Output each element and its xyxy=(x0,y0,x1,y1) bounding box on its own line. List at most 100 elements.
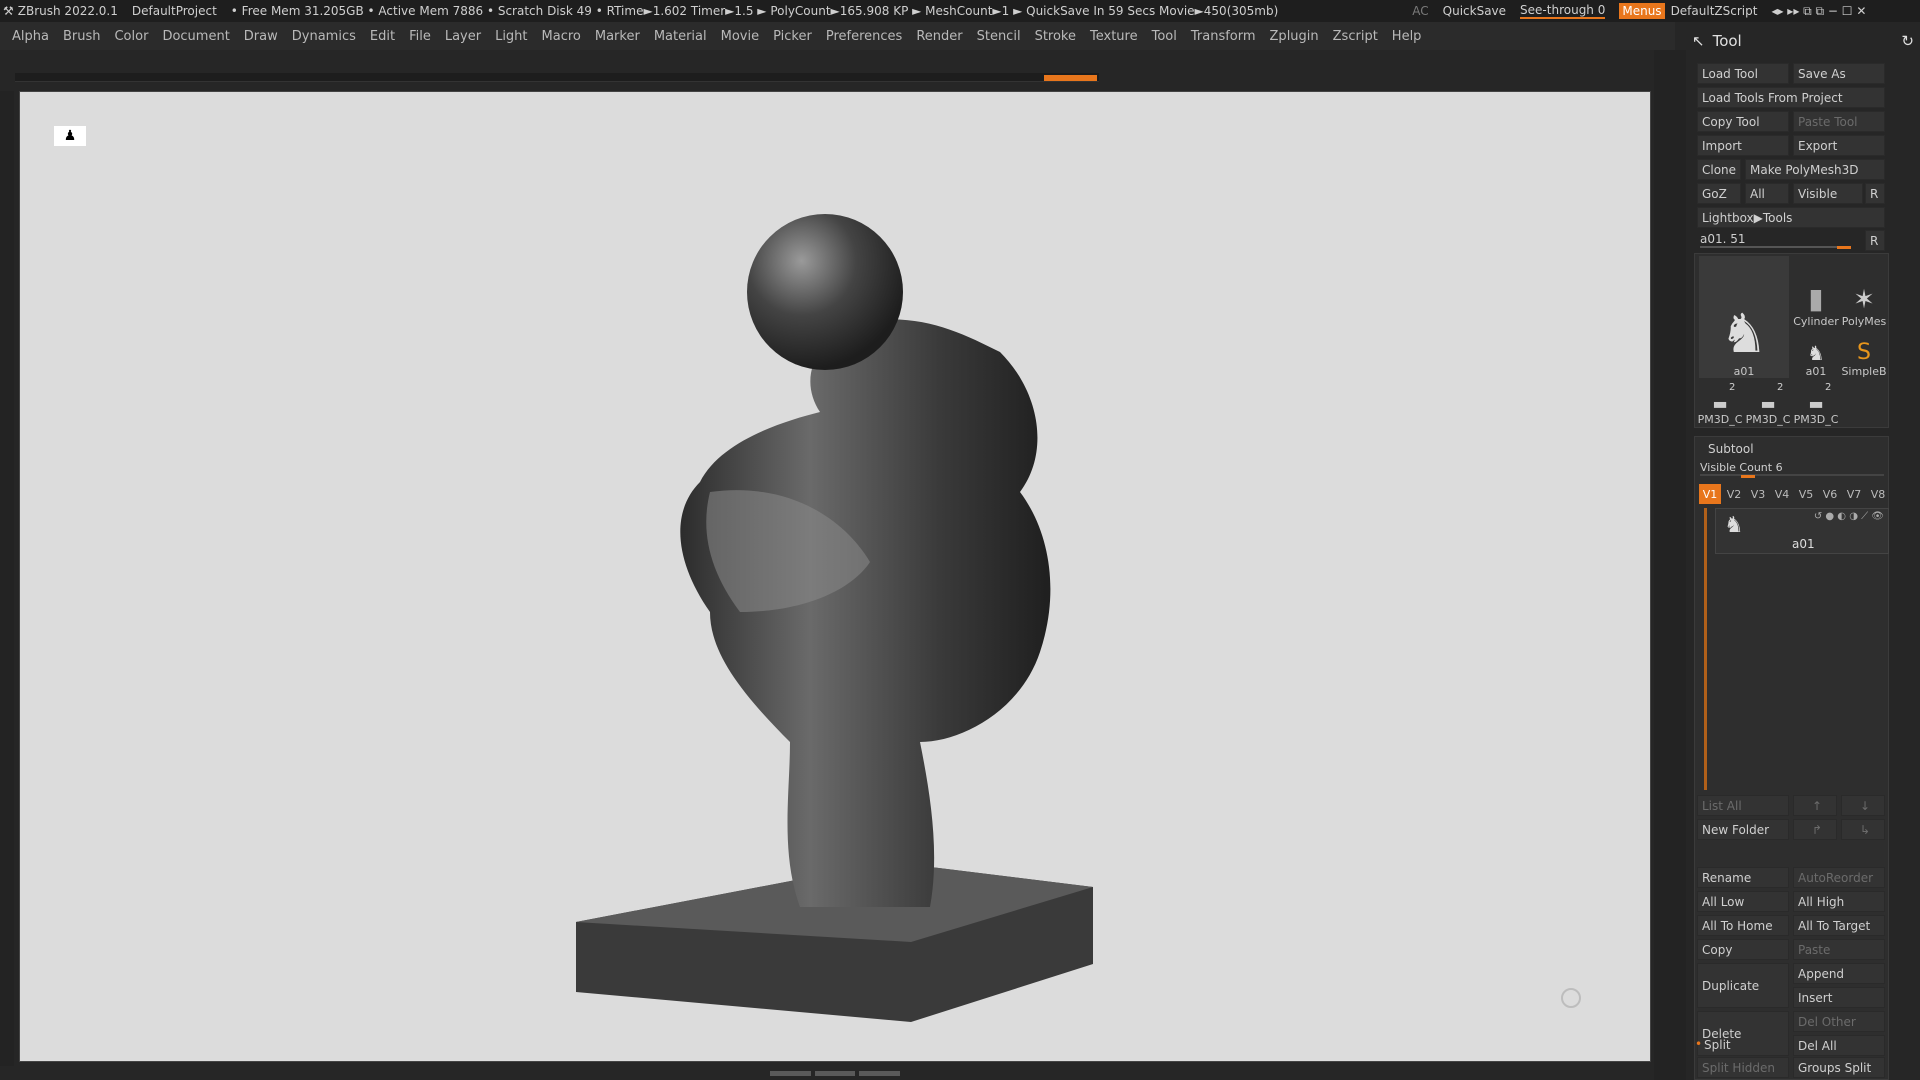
append-button[interactable]: Append xyxy=(1793,963,1885,984)
menu-stroke[interactable]: Stroke xyxy=(1035,29,1076,44)
save-as-button[interactable]: Save As xyxy=(1793,63,1885,84)
default-zscript[interactable]: DefaultZScript xyxy=(1671,4,1758,18)
copy-tool-button[interactable]: Copy Tool xyxy=(1697,111,1789,132)
subtool-scrollbar[interactable] xyxy=(1704,508,1707,790)
thumb-cylinder[interactable]: ▮ Cylinder xyxy=(1793,256,1839,328)
paste-tool-button[interactable]: Paste Tool xyxy=(1793,111,1885,132)
move-up-icon[interactable]: ↑ xyxy=(1793,795,1837,816)
menu-color[interactable]: Color xyxy=(114,29,148,44)
menu-help[interactable]: Help xyxy=(1392,29,1422,44)
gyro-icon[interactable] xyxy=(1561,988,1581,1008)
menu-marker[interactable]: Marker xyxy=(595,29,640,44)
all-to-home-button[interactable]: All To Home xyxy=(1697,915,1789,936)
split-section-title[interactable]: Split xyxy=(1704,1038,1731,1052)
version-v2[interactable]: V2 xyxy=(1723,484,1745,504)
folder-up-icon[interactable]: ↱ xyxy=(1793,819,1837,840)
viewport-canvas[interactable]: ♟ xyxy=(19,91,1651,1062)
quicksave-button[interactable]: QuickSave xyxy=(1443,4,1506,18)
move-down-icon[interactable]: ↓ xyxy=(1841,795,1885,816)
split-hidden-button[interactable]: Split Hidden xyxy=(1697,1057,1789,1078)
copy-button[interactable]: Copy xyxy=(1697,939,1789,960)
menu-file[interactable]: File xyxy=(409,29,431,44)
menu-edit[interactable]: Edit xyxy=(370,29,395,44)
current-tool-r-button[interactable]: R xyxy=(1865,230,1885,251)
current-tool-slider[interactable]: a01. 51 xyxy=(1700,232,1850,248)
goz-visible-button[interactable]: Visible xyxy=(1793,183,1863,204)
goz-button[interactable]: GoZ xyxy=(1697,183,1741,204)
goz-r-button[interactable]: R xyxy=(1865,183,1885,204)
menu-light[interactable]: Light xyxy=(495,29,527,44)
menu-render[interactable]: Render xyxy=(916,29,962,44)
list-all-button[interactable]: List All xyxy=(1697,795,1789,816)
tool-panel-header[interactable]: ↖ Tool ↻ xyxy=(1692,28,1918,54)
menu-document[interactable]: Document xyxy=(162,29,229,44)
clone-button[interactable]: Clone xyxy=(1697,159,1741,180)
subtool-item-a01[interactable]: ♞ ↺ ● ◐ ◑ ⟋ 👁 a01 xyxy=(1715,508,1889,554)
visible-count-slider[interactable]: Visible Count 6 xyxy=(1700,461,1884,476)
load-tools-from-project-button[interactable]: Load Tools From Project xyxy=(1697,87,1885,108)
reset-icon[interactable]: ↻ xyxy=(1901,32,1914,50)
thumb-a01-small[interactable]: ♞ a01 xyxy=(1793,332,1839,378)
menu-zplugin[interactable]: Zplugin xyxy=(1270,29,1319,44)
thumb-pm3d-3[interactable]: ▬ PM3D_C xyxy=(1793,382,1839,426)
import-button[interactable]: Import xyxy=(1697,135,1789,156)
new-folder-button[interactable]: New Folder xyxy=(1697,819,1789,840)
all-to-target-button[interactable]: All To Target xyxy=(1793,915,1885,936)
autoreorder-button[interactable]: AutoReorder xyxy=(1793,867,1885,888)
window-controls[interactable]: ◂▸ ▸▸ ⧉ ⧉ − ☐ ✕ xyxy=(1771,4,1866,19)
top-shelf[interactable] xyxy=(15,73,1099,82)
version-v7[interactable]: V7 xyxy=(1843,484,1865,504)
menu-material[interactable]: Material xyxy=(654,29,707,44)
ac-toggle[interactable]: AC xyxy=(1412,4,1428,18)
version-v3[interactable]: V3 xyxy=(1747,484,1769,504)
menus-toggle[interactable]: Menus xyxy=(1619,3,1665,19)
menu-dynamics[interactable]: Dynamics xyxy=(292,29,356,44)
menu-brush[interactable]: Brush xyxy=(63,29,101,44)
thumb-pm3d-2[interactable]: ▬ PM3D_C xyxy=(1745,382,1791,426)
menu-stencil[interactable]: Stencil xyxy=(977,29,1021,44)
thumb-simplebrush[interactable]: S SimpleB xyxy=(1841,332,1887,378)
menu-layer[interactable]: Layer xyxy=(445,29,481,44)
duplicate-button[interactable]: Duplicate xyxy=(1697,963,1789,1008)
folder-down-icon[interactable]: ↳ xyxy=(1841,819,1885,840)
paste-button[interactable]: Paste xyxy=(1793,939,1885,960)
menu-transform[interactable]: Transform xyxy=(1191,29,1256,44)
load-tool-button[interactable]: Load Tool xyxy=(1697,63,1789,84)
menu-draw[interactable]: Draw xyxy=(244,29,278,44)
thumb-polymesh[interactable]: ✶ PolyMes xyxy=(1841,256,1887,328)
version-v4[interactable]: V4 xyxy=(1771,484,1793,504)
version-v5[interactable]: V5 xyxy=(1795,484,1817,504)
export-button[interactable]: Export xyxy=(1793,135,1885,156)
menu-alpha[interactable]: Alpha xyxy=(12,29,49,44)
menu-zscript[interactable]: Zscript xyxy=(1333,29,1378,44)
insert-button[interactable]: Insert xyxy=(1793,987,1885,1008)
all-low-button[interactable]: All Low xyxy=(1697,891,1789,912)
rename-button[interactable]: Rename xyxy=(1697,867,1789,888)
menu-movie[interactable]: Movie xyxy=(721,29,759,44)
menu-texture[interactable]: Texture xyxy=(1090,29,1138,44)
groups-split-button[interactable]: Groups Split xyxy=(1793,1057,1885,1078)
subtool-controls-icon[interactable]: ↺ ● ◐ ◑ ⟋ 👁 xyxy=(1814,511,1884,522)
make-polymesh-button[interactable]: Make PolyMesh3D xyxy=(1745,159,1885,180)
thumb-label: PM3D_C xyxy=(1697,413,1743,426)
menu-preferences[interactable]: Preferences xyxy=(826,29,902,44)
del-all-button[interactable]: Del All xyxy=(1793,1035,1885,1056)
menu-tool[interactable]: Tool xyxy=(1152,29,1177,44)
menu-macro[interactable]: Macro xyxy=(542,29,581,44)
subtool-title[interactable]: Subtool xyxy=(1708,442,1754,456)
version-v6[interactable]: V6 xyxy=(1819,484,1841,504)
right-tray[interactable] xyxy=(1654,50,1686,1080)
bottom-tray-handle[interactable] xyxy=(770,1068,901,1078)
version-v8[interactable]: V8 xyxy=(1867,484,1889,504)
del-other-button[interactable]: Del Other xyxy=(1793,1011,1885,1032)
thumb-a01-main[interactable]: ♞ a01 xyxy=(1699,256,1789,378)
lightbox-tools-button[interactable]: Lightbox▶Tools xyxy=(1697,207,1885,228)
thumb-pm3d-1[interactable]: ▬ PM3D_C xyxy=(1697,382,1743,426)
project-name[interactable]: DefaultProject xyxy=(132,4,217,18)
goz-all-button[interactable]: All xyxy=(1745,183,1789,204)
all-high-button[interactable]: All High xyxy=(1793,891,1885,912)
menu-picker[interactable]: Picker xyxy=(773,29,812,44)
version-v1[interactable]: V1 xyxy=(1699,484,1721,504)
left-tray[interactable] xyxy=(0,91,14,1066)
see-through-slider[interactable]: See-through 0 xyxy=(1520,3,1606,19)
